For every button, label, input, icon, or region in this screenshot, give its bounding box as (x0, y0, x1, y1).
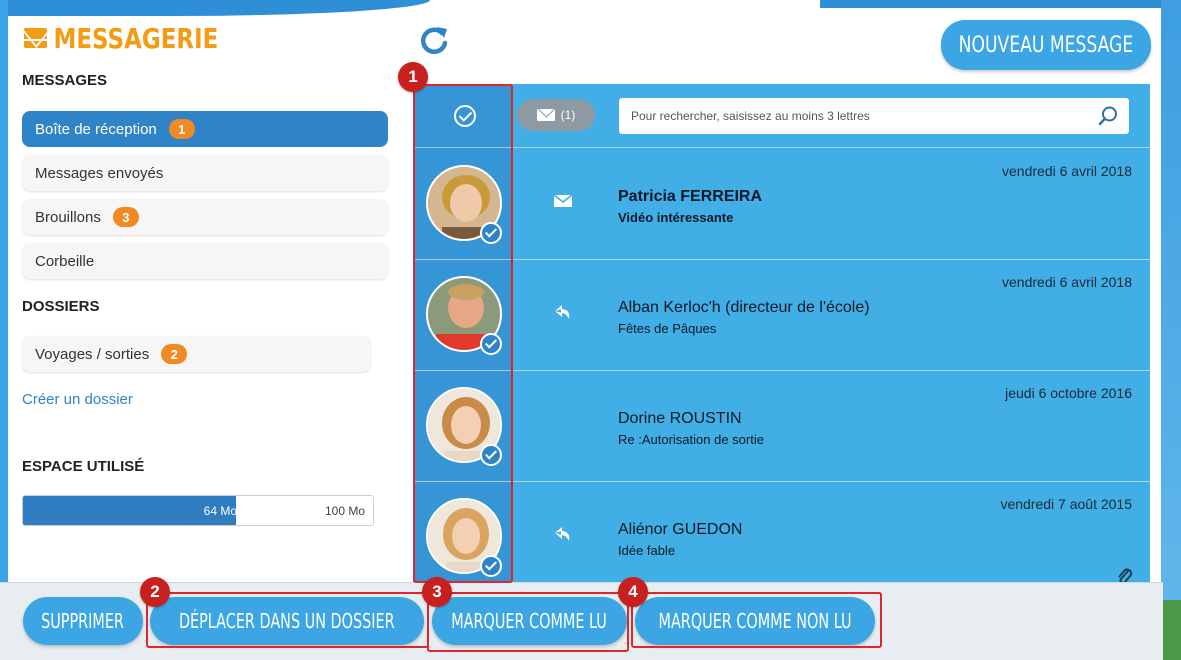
delete-button[interactable]: SUPPRIMER (23, 597, 143, 645)
message-date: vendredi 7 août 2015 (1000, 496, 1132, 512)
sidebar-item-trash[interactable]: Corbeille (22, 243, 388, 279)
message-sender: Aliénor GUEDON (618, 521, 743, 538)
envelope-icon (553, 194, 573, 207)
message-date: vendredi 6 avril 2018 (1002, 274, 1132, 290)
message-row[interactable]: vendredi 6 avril 2018 Patricia FERREIRA … (413, 149, 1150, 260)
folder-item-voyages[interactable]: Voyages / sorties 2 (22, 336, 371, 372)
storage-heading: ESPACE UTILISÉ (22, 458, 145, 475)
mark-unread-label: MARQUER COMME NON LU (658, 609, 852, 633)
message-row[interactable]: vendredi 7 août 2015 Aliénor GUEDON Idée… (413, 482, 1150, 582)
search-input[interactable] (619, 98, 1129, 134)
move-label: DÉPLACER DANS UN DOSSIER (179, 609, 395, 633)
messages-heading: MESSAGES (22, 72, 108, 89)
message-subject: Idée fable (618, 543, 676, 558)
paperclip-icon (1118, 568, 1133, 582)
app-title: MESSAGERIE (24, 21, 219, 55)
refresh-icon (420, 27, 448, 54)
message-sender: Patricia FERREIRA (618, 188, 763, 205)
sidebar-item-inbox[interactable]: Boîte de réception 1 (22, 111, 388, 147)
sidebar-item-sent[interactable]: Messages envoyés (22, 155, 388, 191)
refresh-button[interactable] (418, 24, 452, 58)
app-title-text: MESSAGERIE (53, 21, 219, 55)
selected-check-icon[interactable] (480, 555, 502, 577)
storage-progress-bar: 64 Mo 100 Mo (22, 495, 374, 526)
message-row[interactable]: jeudi 6 octobre 2016 Dorine ROUSTIN Re :… (413, 371, 1150, 482)
mark-unread-button[interactable]: MARQUER COMME NON LU (635, 597, 875, 645)
message-subject: Re :Autorisation de sortie (618, 432, 764, 447)
annotation-marker: 1 (398, 62, 428, 92)
selected-check-icon[interactable] (480, 444, 502, 466)
message-date: jeudi 6 octobre 2016 (1005, 385, 1132, 401)
storage-used-label: 64 Mo (203, 504, 237, 518)
storage-total-label: 100 Mo (324, 504, 365, 518)
selected-check-icon[interactable] (480, 222, 502, 244)
sidebar-item-label: Corbeille (35, 252, 95, 270)
mark-read-label: MARQUER COMME LU (451, 609, 608, 633)
message-sender: Dorine ROUSTIN (618, 410, 742, 427)
message-list-header: (1) (413, 84, 1150, 148)
new-message-label: NOUVEAU MESSAGE (958, 32, 1134, 58)
move-to-folder-button[interactable]: DÉPLACER DANS UN DOSSIER (150, 597, 424, 645)
right-decoration-strip (1161, 0, 1181, 600)
folder-item-label: Voyages / sorties (35, 345, 150, 363)
sidebar-item-label: Brouillons (35, 208, 101, 226)
new-message-button[interactable]: NOUVEAU MESSAGE (941, 20, 1151, 70)
drafts-count-badge: 3 (112, 207, 139, 227)
message-subject: Fêtes de Pâques (618, 321, 717, 336)
message-subject: Vidéo intéressante (618, 210, 734, 225)
message-row[interactable]: vendredi 6 avril 2018 Alban Kerloc'h (di… (413, 260, 1150, 371)
create-folder-link[interactable]: Créer un dossier (22, 391, 133, 408)
reply-icon (555, 305, 570, 319)
annotation-marker: 4 (618, 577, 648, 607)
search-icon[interactable] (1098, 106, 1118, 126)
folders-heading: DOSSIERS (22, 298, 100, 315)
delete-label: SUPPRIMER (41, 609, 125, 633)
unread-filter-toggle[interactable]: (1) (517, 99, 595, 131)
annotation-marker: 3 (422, 577, 452, 607)
envelope-icon (24, 28, 47, 48)
envelope-icon (536, 109, 555, 121)
select-all-checkbox[interactable] (454, 105, 476, 127)
sidebar-item-label: Messages envoyés (35, 164, 164, 182)
reply-icon (555, 527, 570, 541)
sidebar-item-label: Boîte de réception (35, 120, 157, 138)
mark-read-button[interactable]: MARQUER COMME LU (432, 597, 627, 645)
message-sender: Alban Kerloc'h (directeur de l'école) (618, 299, 870, 316)
message-date: vendredi 6 avril 2018 (1002, 163, 1132, 179)
folder-count-badge: 2 (161, 344, 188, 364)
unread-count-badge: 1 (168, 119, 195, 139)
header-decoration (0, 0, 430, 16)
header-decoration-right (820, 0, 1181, 8)
left-decoration-strip (0, 0, 8, 660)
unread-filter-count: (1) (560, 108, 576, 122)
message-list-panel: (1) vendredi 6 avril 2018 Patricia FERRE… (413, 84, 1150, 582)
annotation-marker: 2 (140, 577, 170, 607)
sidebar-item-drafts[interactable]: Brouillons 3 (22, 199, 388, 235)
selected-check-icon[interactable] (480, 333, 502, 355)
